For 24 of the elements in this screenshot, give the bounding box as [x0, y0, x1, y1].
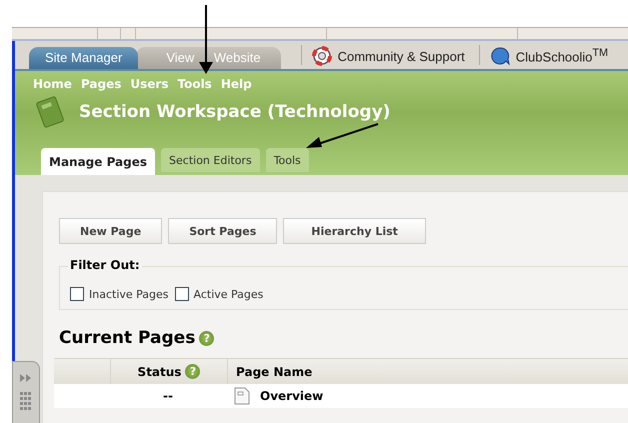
section-heading: Current Pages — [59, 328, 196, 348]
page-name[interactable]: Overview — [260, 389, 324, 403]
speech-bubble-icon — [490, 46, 510, 66]
top-link[interactable]: Community & Support — [312, 43, 465, 69]
action-button[interactable]: Hierarchy List — [283, 218, 426, 244]
action-button[interactable]: New Page — [59, 218, 162, 244]
checkbox-label: Active Pages — [194, 288, 264, 300]
section-title: Section Workspace (Technology) — [79, 102, 390, 122]
page-icon — [234, 387, 250, 405]
top-link[interactable]: ClubSchoolio$^{TM}$ — [490, 43, 608, 69]
status-cell-text: -- — [162, 389, 174, 403]
checkbox-label: Inactive Pages — [89, 288, 169, 300]
sidebar-handle[interactable] — [12, 361, 40, 423]
action-button[interactable]: Sort Pages — [168, 218, 278, 244]
section-tab[interactable]: Manage Pages — [41, 148, 156, 175]
column-header: Page Name — [235, 364, 314, 381]
checkbox[interactable] — [70, 287, 84, 301]
filter-legend: Filter Out: — [68, 258, 142, 272]
section-tab[interactable]: Tools — [266, 148, 309, 172]
annotation-arrow — [199, 5, 213, 74]
checkbox[interactable] — [174, 287, 189, 301]
lifebuoy-icon — [312, 46, 332, 66]
section-tab[interactable]: Section Editors — [161, 148, 260, 172]
app-tab[interactable]: Site Manager — [29, 47, 138, 69]
